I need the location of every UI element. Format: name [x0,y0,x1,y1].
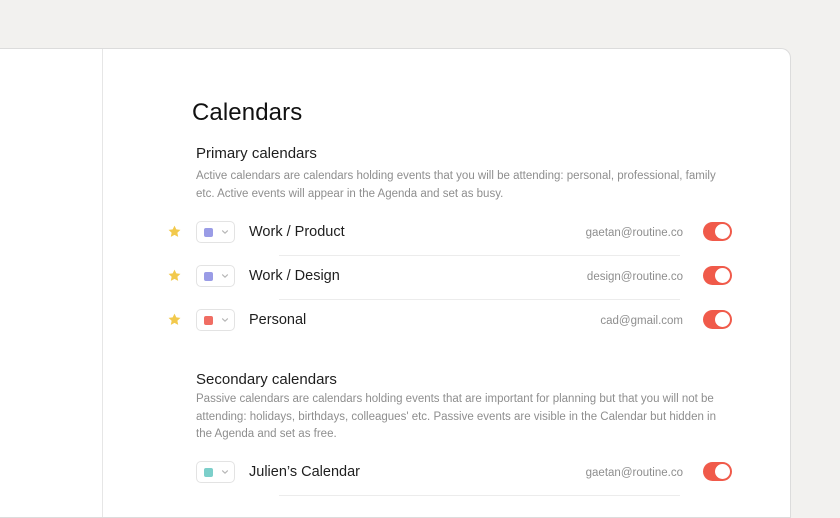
calendar-account: gaetan@routine.co [585,227,683,239]
toggle-knob [715,268,730,283]
secondary-calendars-title: Secondary calendars [196,371,337,388]
color-swatch [204,272,213,281]
calendar-color-picker[interactable] [196,221,235,243]
calendars-settings-panel: Calendars Primary calendars Active calen… [104,49,790,517]
calendar-row: Personal cad@gmail.com [164,300,732,344]
calendar-row: Work / Product gaetan@routine.co [164,212,732,256]
color-swatch [204,316,213,325]
calendar-account: gaetan@routine.co [585,467,683,479]
calendar-name: Personal [249,312,307,328]
calendar-toggle[interactable] [703,462,732,481]
calendar-name: Julien’s Calendar [249,464,360,480]
star-icon[interactable] [167,224,182,239]
calendar-row: Work / Design design@routine.co [164,256,732,300]
row-divider [279,495,680,496]
primary-calendars-description: Active calendars are calendars holding e… [196,170,716,200]
calendar-color-picker[interactable] [196,309,235,331]
primary-calendars-title: Primary calendars [196,145,317,162]
toggle-knob [715,224,730,239]
sidebar [0,49,103,517]
calendar-account: design@routine.co [586,271,683,283]
calendar-toggle[interactable] [703,310,732,329]
calendar-toggle[interactable] [703,266,732,285]
chevron-down-icon [221,318,229,322]
calendar-account: cad@gmail.com [600,315,683,327]
toggle-knob [715,464,730,479]
calendar-toggle[interactable] [703,222,732,241]
calendar-color-picker[interactable] [196,461,235,483]
chevron-down-icon [221,470,229,474]
calendar-name: Work / Design [249,268,340,284]
star-icon[interactable] [167,268,182,283]
calendar-color-picker[interactable] [196,265,235,287]
chevron-down-icon [221,274,229,278]
chevron-down-icon [221,230,229,234]
calendar-name: Work / Product [249,224,345,240]
color-swatch [204,228,213,237]
secondary-calendars-description: Passive calendars are calendars holding … [196,393,717,440]
calendar-row: Julien’s Calendar gaetan@routine.co [164,452,732,496]
page-title: Calendars [192,99,303,126]
star-icon[interactable] [167,312,182,327]
color-swatch [204,468,213,477]
settings-window: Calendars Primary calendars Active calen… [0,48,791,518]
toggle-knob [715,312,730,327]
